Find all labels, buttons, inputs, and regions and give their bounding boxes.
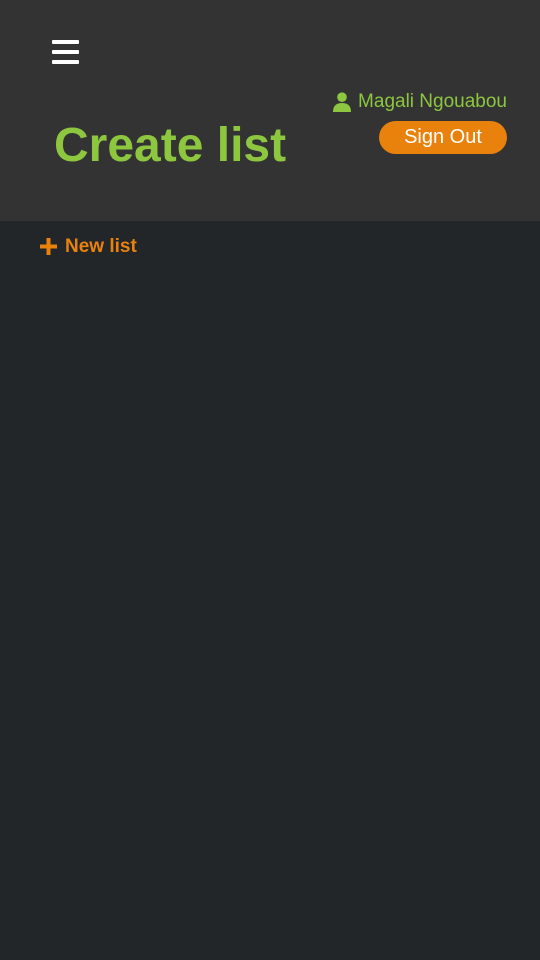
app-header: Magali Ngouabou Sign Out Create list xyxy=(0,0,540,221)
new-list-label: New list xyxy=(65,236,137,257)
page-title: Create list xyxy=(54,119,287,172)
plus-icon xyxy=(40,237,57,255)
user-name: Magali Ngouabou xyxy=(358,91,507,112)
sign-out-button[interactable]: Sign Out xyxy=(379,121,507,154)
new-list-button[interactable]: New list xyxy=(40,236,137,258)
user-info: Magali Ngouabou xyxy=(333,90,507,114)
hamburger-menu-icon[interactable] xyxy=(52,40,79,64)
user-icon xyxy=(333,92,352,112)
